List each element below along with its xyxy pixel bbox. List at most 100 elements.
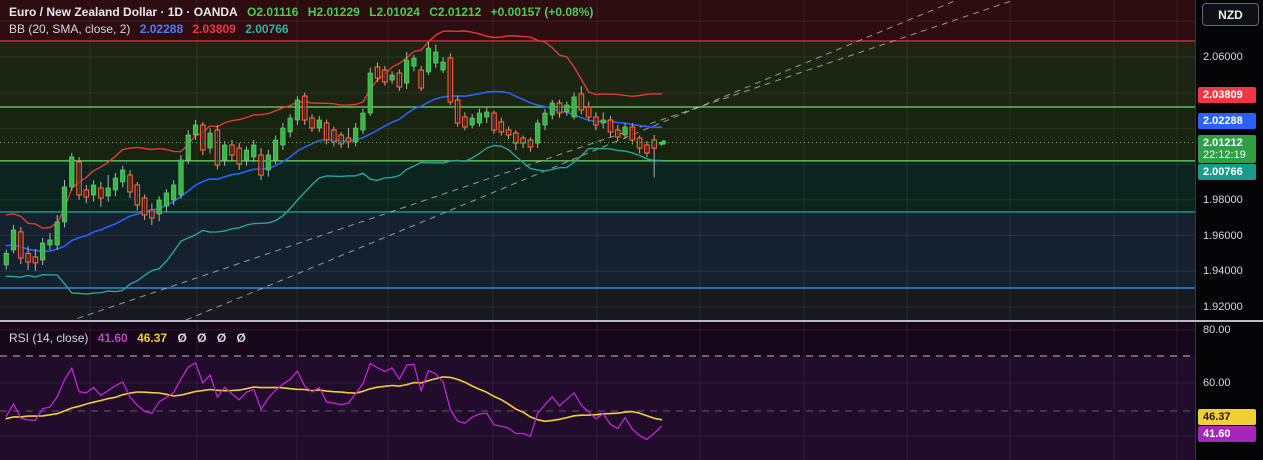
rsi-indicator-name[interactable]: RSI (14, close) <box>9 331 88 345</box>
background-zone <box>0 212 1196 288</box>
ohlc-open: O2.01116 <box>247 5 299 19</box>
bullish-candle <box>360 112 366 131</box>
bullish-candle <box>192 124 199 136</box>
rsi-empty-slot-icon: Ø <box>197 331 207 345</box>
bb-indicator-legend[interactable]: BB (20, SMA, close, 2) 2.02288 2.03809 2… <box>9 22 289 36</box>
price-axis-badge: 2.01212 22:12:19 <box>1198 135 1256 163</box>
bearish-candle <box>32 256 39 264</box>
bearish-candle <box>418 69 425 89</box>
price-axis-badge: 2.03809 <box>1198 87 1256 103</box>
bearish-candle <box>301 95 308 121</box>
bearish-candle <box>396 72 403 88</box>
bullish-candle <box>243 149 250 161</box>
bullish-candle <box>10 229 17 251</box>
bullish-candle <box>425 47 432 73</box>
bullish-candle <box>91 184 97 196</box>
bearish-candle <box>614 129 621 138</box>
bearish-candle <box>527 139 534 148</box>
main-price-pane[interactable] <box>0 0 1196 320</box>
bearish-candle <box>98 187 104 199</box>
bullish-candle <box>294 99 301 121</box>
background-zone <box>0 107 1196 161</box>
bullish-candle <box>3 253 9 266</box>
bullish-candle <box>433 51 439 64</box>
bullish-candle <box>178 159 184 196</box>
bearish-candle <box>607 119 614 133</box>
bearish-candle <box>338 134 344 145</box>
price-axis-badge: 41.60 <box>1198 426 1256 442</box>
bullish-candle <box>171 184 177 201</box>
bullish-candle <box>156 199 162 215</box>
rsi-empty-slot-icon: Ø <box>216 331 227 345</box>
bullish-candle <box>207 132 213 149</box>
symbol-title[interactable]: Euro / New Zealand Dollar · 1D · OANDA <box>9 5 238 19</box>
rsi-indicator-legend[interactable]: RSI (14, close) 41.60 46.37 Ø Ø Ø Ø <box>9 331 246 345</box>
bearish-candle <box>331 129 337 143</box>
bearish-candle <box>323 122 330 141</box>
bullish-candle <box>69 156 75 188</box>
bearish-candle <box>629 126 636 141</box>
bullish-candle <box>54 221 60 246</box>
bearish-candle <box>309 117 315 129</box>
bullish-candle <box>389 74 395 81</box>
bearish-candle <box>127 174 133 193</box>
currency-toggle-button[interactable]: NZD <box>1202 3 1259 26</box>
axis-label: 1.92000 <box>1203 301 1243 313</box>
bullish-candle <box>47 239 53 246</box>
axis-label: 2.06000 <box>1203 51 1243 63</box>
bullish-candle <box>251 144 257 158</box>
price-axis-badge: 46.37 <box>1198 409 1256 425</box>
ohlc-low: L2.01024 <box>369 5 420 19</box>
bearish-candle <box>491 112 497 131</box>
bullish-candle <box>61 186 68 223</box>
candle-countdown-timer: 22:12:19 <box>1203 149 1246 161</box>
bearish-candle <box>83 189 90 198</box>
pane-separator-handle[interactable] <box>0 320 1263 322</box>
bearish-candle <box>636 137 643 149</box>
bearish-candle <box>644 144 650 154</box>
bullish-candle <box>222 144 228 161</box>
bullish-candle <box>120 169 126 183</box>
bearish-candle <box>556 102 563 114</box>
axis-label: 1.98000 <box>1203 194 1243 206</box>
bearish-candle <box>345 137 352 143</box>
price-change: +0.00157 (+0.08%) <box>490 5 594 19</box>
rsi-value: 41.60 <box>97 331 128 345</box>
bearish-candle <box>447 57 454 103</box>
bearish-candle <box>229 144 235 156</box>
bullish-candle <box>112 177 119 191</box>
bearish-candle <box>374 66 381 79</box>
bullish-candle <box>469 117 475 126</box>
symbol-legend[interactable]: Euro / New Zealand Dollar · 1D · OANDA O… <box>9 5 593 19</box>
bullish-candle <box>622 126 628 136</box>
bearish-candle <box>17 231 24 259</box>
bullish-candle <box>542 112 548 126</box>
bb-upper-value: 2.03809 <box>192 22 236 36</box>
background-zone <box>0 288 1196 320</box>
background-zone <box>0 41 1196 107</box>
bearish-candle <box>258 154 264 176</box>
bearish-candle <box>498 121 505 133</box>
bearish-candle <box>585 106 592 118</box>
bullish-candle <box>265 154 271 171</box>
bearish-candle <box>454 99 461 124</box>
bb-indicator-name[interactable]: BB (20, SMA, close, 2) <box>9 22 130 36</box>
bullish-candle <box>564 104 570 113</box>
bullish-candle <box>353 127 359 143</box>
rsi-empty-slot-icon: Ø <box>177 331 187 345</box>
price-axis-badge: 2.00766 <box>1198 164 1256 180</box>
bullish-candle <box>549 102 555 116</box>
bullish-candle <box>571 96 577 118</box>
bearish-candle <box>462 116 468 128</box>
ohlc-close: C2.01212 <box>429 5 482 19</box>
bearish-candle <box>593 116 599 126</box>
bullish-candle <box>40 242 46 261</box>
bullish-candle <box>367 72 373 114</box>
bullish-candle <box>600 119 606 124</box>
price-scale[interactable]: 2.06000 1.98000 1.96000 1.94000 1.92000 80.00… <box>1195 0 1263 460</box>
bearish-candle <box>199 124 206 151</box>
bullish-candle <box>163 192 170 207</box>
bb-basis-value: 2.02288 <box>139 22 184 36</box>
bearish-candle <box>505 129 512 136</box>
axis-label: 1.94000 <box>1203 265 1243 277</box>
